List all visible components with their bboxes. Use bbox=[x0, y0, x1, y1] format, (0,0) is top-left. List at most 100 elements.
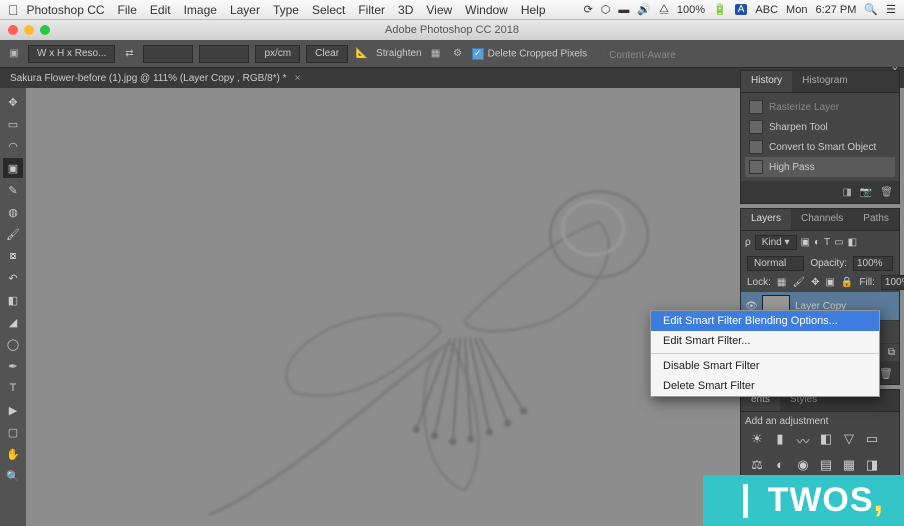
tab-histogram[interactable]: Histogram bbox=[792, 71, 858, 92]
menu-file[interactable]: File bbox=[118, 3, 137, 17]
swap-dimensions-icon[interactable]: ⇄ bbox=[121, 46, 137, 62]
input-source[interactable]: ABC bbox=[755, 4, 778, 16]
battery-icon[interactable]: 🔋 bbox=[713, 3, 727, 16]
type-tool[interactable]: T bbox=[3, 378, 23, 398]
options-gear-icon[interactable]: ⚙ bbox=[450, 46, 466, 62]
brightness-contrast-icon[interactable]: ☀ bbox=[749, 431, 765, 450]
close-tab-icon[interactable]: × bbox=[295, 73, 301, 84]
history-brush-tool[interactable]: ↶ bbox=[3, 268, 23, 288]
window-minimize-button[interactable] bbox=[24, 25, 34, 35]
lock-paint-icon[interactable]: 🖌 bbox=[792, 277, 805, 288]
lock-position-icon[interactable]: ✥ bbox=[811, 277, 819, 288]
zoom-tool[interactable]: 🔍 bbox=[3, 466, 23, 486]
history-row[interactable]: Convert to Smart Object bbox=[745, 137, 895, 157]
tab-history[interactable]: History bbox=[741, 71, 792, 92]
filter-blending-options-icon[interactable]: ⧉ bbox=[888, 347, 895, 358]
filter-type-icon[interactable]: T bbox=[824, 237, 830, 248]
levels-icon[interactable]: ▮ bbox=[772, 431, 788, 450]
tab-layers[interactable]: Layers bbox=[741, 209, 791, 230]
menu-window[interactable]: Window bbox=[465, 3, 508, 17]
history-row[interactable]: High Pass bbox=[745, 157, 895, 177]
healing-brush-tool[interactable]: ◍ bbox=[3, 202, 23, 222]
invert-icon[interactable]: ◨ bbox=[864, 457, 880, 473]
crop-height-input[interactable] bbox=[199, 45, 249, 63]
lock-all-icon[interactable]: 🔒 bbox=[841, 277, 853, 288]
hue-sat-icon[interactable]: ▭ bbox=[864, 431, 880, 450]
opacity-input[interactable] bbox=[853, 256, 893, 271]
history-row[interactable]: Sharpen Tool bbox=[745, 117, 895, 137]
menu-edit-blending-options[interactable]: Edit Smart Filter Blending Options... bbox=[651, 311, 879, 331]
menu-edit[interactable]: Edit bbox=[150, 3, 171, 17]
accessibility-icon[interactable]: A bbox=[735, 4, 748, 15]
menu-3d[interactable]: 3D bbox=[398, 3, 413, 17]
menu-edit-smart-filter[interactable]: Edit Smart Filter... bbox=[651, 331, 879, 351]
straighten-label[interactable]: Straighten bbox=[376, 48, 422, 59]
tab-paths[interactable]: Paths bbox=[853, 209, 899, 230]
blend-mode-select[interactable]: Normal bbox=[747, 256, 804, 271]
history-row[interactable]: Rasterize Layer bbox=[745, 97, 895, 117]
rectangle-tool[interactable]: ▢ bbox=[3, 422, 23, 442]
tab-channels[interactable]: Channels bbox=[791, 209, 853, 230]
window-maximize-button[interactable] bbox=[40, 25, 50, 35]
menu-view[interactable]: View bbox=[426, 3, 452, 17]
trash-icon[interactable]: 🗑 bbox=[880, 187, 893, 198]
pen-tool[interactable]: ✒ bbox=[3, 356, 23, 376]
lock-artboard-icon[interactable]: ▣ bbox=[825, 277, 834, 288]
vibrance-icon[interactable]: ▽ bbox=[841, 431, 857, 450]
color-lookup-icon[interactable]: ▦ bbox=[841, 457, 857, 473]
marquee-tool[interactable]: ▭ bbox=[3, 114, 23, 134]
channel-mixer-icon[interactable]: ▤ bbox=[818, 457, 834, 473]
color-balance-icon[interactable]: ⚖ bbox=[749, 457, 765, 473]
dodge-tool[interactable]: ◯ bbox=[3, 334, 23, 354]
filter-shape-icon[interactable]: ▭ bbox=[834, 237, 843, 248]
lock-transparency-icon[interactable]: ▦ bbox=[777, 277, 786, 288]
clone-stamp-tool[interactable]: ⧇ bbox=[3, 246, 23, 266]
spotlight-icon[interactable]: 🔍 bbox=[864, 3, 878, 16]
overlay-grid-icon[interactable]: ▦ bbox=[428, 46, 444, 62]
crop-preset-select[interactable]: W x H x Reso... bbox=[28, 45, 115, 63]
photo-filter-icon[interactable]: ◉ bbox=[795, 457, 811, 473]
wifi-icon[interactable]: ⧋ bbox=[659, 3, 669, 16]
straighten-icon[interactable]: 📐 bbox=[354, 46, 370, 62]
filter-smart-icon[interactable]: ◧ bbox=[848, 237, 857, 248]
black-white-icon[interactable]: ◐ bbox=[772, 457, 788, 473]
camera-icon[interactable]: 📷 bbox=[860, 187, 872, 198]
move-tool[interactable]: ✥ bbox=[3, 92, 23, 112]
dropbox-icon[interactable]: ⬡ bbox=[601, 3, 611, 16]
crop-tool[interactable]: ▣ bbox=[3, 158, 23, 178]
app-name[interactable]: Photoshop CC bbox=[27, 3, 105, 17]
crop-tool-icon[interactable]: ▣ bbox=[6, 46, 22, 62]
menu-help[interactable]: Help bbox=[521, 3, 546, 17]
window-close-button[interactable] bbox=[8, 25, 18, 35]
hand-tool[interactable]: ✋ bbox=[3, 444, 23, 464]
curves-icon[interactable]: 〰 bbox=[795, 431, 811, 450]
lasso-tool[interactable]: ◠ bbox=[3, 136, 23, 156]
exposure-icon[interactable]: ◧ bbox=[818, 431, 834, 450]
eraser-tool[interactable]: ◧ bbox=[3, 290, 23, 310]
menu-image[interactable]: Image bbox=[184, 3, 217, 17]
crop-unit-select[interactable]: px/cm bbox=[255, 45, 300, 63]
delete-cropped-checkbox[interactable]: ✓Delete Cropped Pixels bbox=[472, 48, 588, 60]
menu-extra-icon[interactable]: ▬ bbox=[618, 4, 629, 16]
menu-select[interactable]: Select bbox=[312, 3, 345, 17]
new-snapshot-icon[interactable]: ◨ bbox=[842, 187, 851, 198]
apple-menu-icon[interactable]:  bbox=[8, 2, 19, 18]
sync-icon[interactable]: ⟳ bbox=[584, 3, 593, 16]
volume-icon[interactable]: 🔊 bbox=[637, 3, 651, 16]
menu-delete-smart-filter[interactable]: Delete Smart Filter bbox=[651, 376, 879, 396]
menu-layer[interactable]: Layer bbox=[230, 3, 260, 17]
path-selection-tool[interactable]: ▶ bbox=[3, 400, 23, 420]
filter-image-icon[interactable]: ▣ bbox=[801, 237, 810, 248]
gradient-tool[interactable]: ◢ bbox=[3, 312, 23, 332]
menu-filter[interactable]: Filter bbox=[358, 3, 385, 17]
menu-type[interactable]: Type bbox=[273, 3, 299, 17]
brush-tool[interactable]: 🖌 bbox=[3, 224, 23, 244]
clear-button[interactable]: Clear bbox=[306, 45, 348, 63]
notification-center-icon[interactable]: ☰ bbox=[886, 3, 896, 16]
fill-input[interactable] bbox=[881, 275, 904, 290]
layer-filter-kind-select[interactable]: Kind ▾ bbox=[755, 235, 797, 250]
filter-adjustment-icon[interactable]: ◐ bbox=[814, 237, 820, 248]
trash-icon[interactable]: 🗑 bbox=[879, 367, 893, 380]
eyedropper-tool[interactable]: ✎ bbox=[3, 180, 23, 200]
menu-disable-smart-filter[interactable]: Disable Smart Filter bbox=[651, 356, 879, 376]
